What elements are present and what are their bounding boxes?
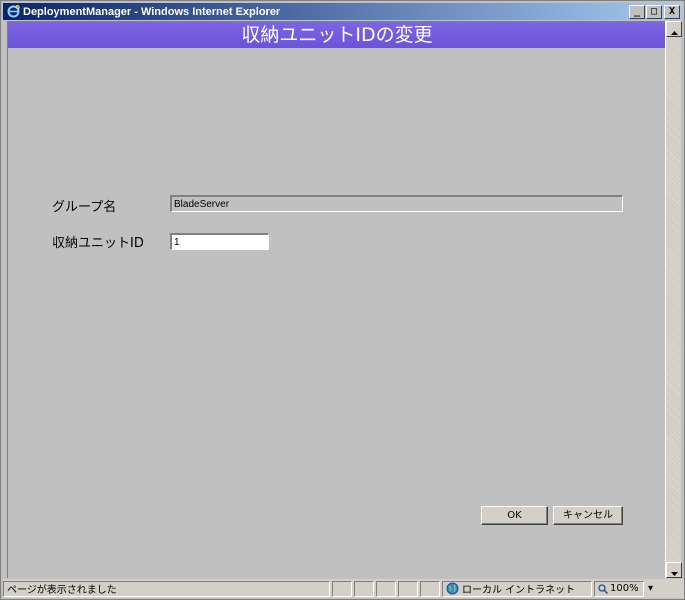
unit-id-label: 収納ユニットID (52, 236, 144, 251)
status-cell (376, 580, 396, 597)
chevron-up-icon (670, 20, 678, 39)
group-name-field: BladeServer (170, 195, 623, 212)
vertical-scrollbar[interactable] (665, 21, 682, 578)
zoom-level: 100% (610, 583, 639, 594)
magnifier-icon (598, 583, 608, 594)
ok-button[interactable]: OK (481, 506, 548, 525)
zoom-dropdown-icon[interactable]: ▾ (648, 583, 653, 594)
status-cell (398, 580, 418, 597)
status-cell (354, 580, 374, 597)
status-cell (420, 580, 440, 597)
zoom-control[interactable]: 100% (594, 580, 644, 597)
globe-icon (446, 582, 459, 595)
group-name-label: グループ名 (52, 200, 117, 215)
scroll-up-button[interactable] (666, 21, 682, 37)
status-bar: ページが表示されました ローカル イントラネット 100% ▾ (3, 579, 684, 598)
unit-id-input[interactable]: 1 (170, 233, 269, 250)
zone-label: ローカル イントラネット (462, 585, 576, 596)
status-cell (332, 580, 352, 597)
browser-window: DeploymentManager - Windows Internet Exp… (0, 0, 685, 600)
close-button[interactable]: X (664, 4, 680, 19)
security-zone[interactable]: ローカル イントラネット (442, 580, 592, 597)
page-content: 収納ユニットIDの変更 グループ名 BladeServer 収納ユニットID 1… (7, 21, 666, 578)
chevron-down-icon (670, 561, 678, 580)
minimize-button[interactable]: _ (629, 4, 645, 19)
scroll-down-button[interactable] (666, 562, 682, 578)
window-title: DeploymentManager - Windows Internet Exp… (23, 5, 281, 18)
cancel-button[interactable]: キャンセル (553, 506, 623, 525)
title-bar[interactable]: DeploymentManager - Windows Internet Exp… (3, 3, 682, 20)
maximize-button[interactable]: □ (646, 4, 662, 19)
page-title: 収納ユニットIDの変更 (8, 22, 666, 48)
ie-icon (6, 5, 20, 19)
status-message: ページが表示されました (3, 580, 330, 597)
